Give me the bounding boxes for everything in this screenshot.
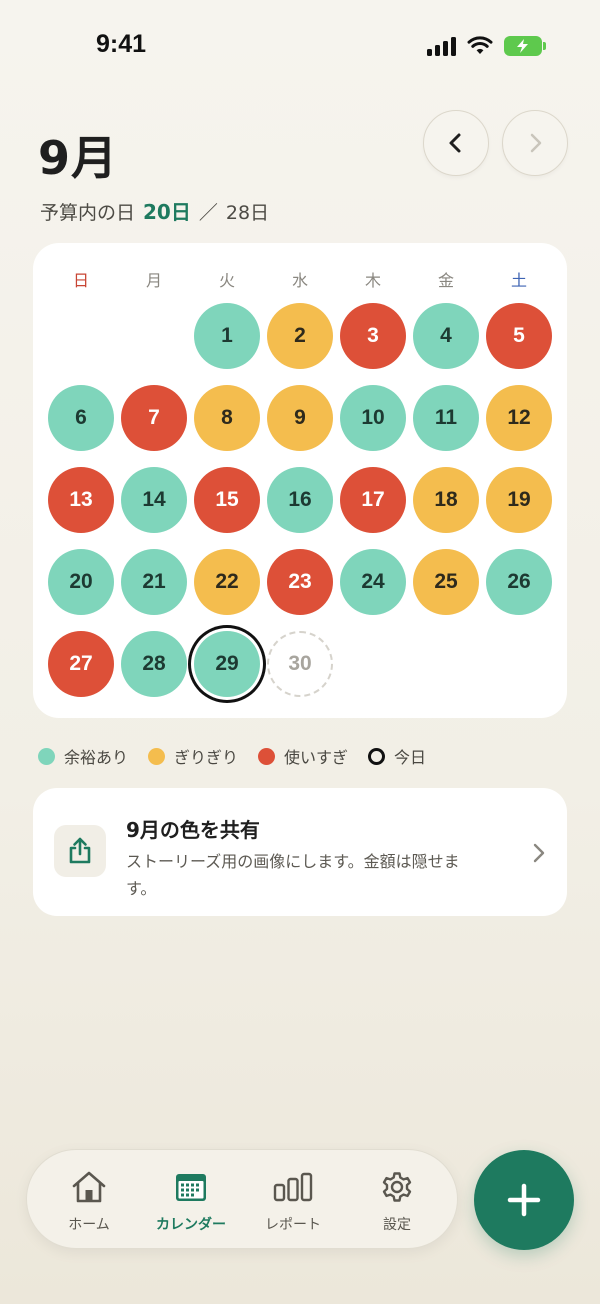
wifi-icon: [467, 36, 493, 54]
legend: 余裕あり ぎりぎり 使いすぎ 今日: [38, 744, 426, 768]
calendar-icon: [174, 1168, 208, 1206]
tab-home[interactable]: ホーム: [37, 1168, 141, 1234]
share-icon: [54, 825, 106, 877]
tab-label: ホーム: [68, 1217, 110, 1233]
budget-separator: ／: [198, 202, 218, 224]
next-month-button[interactable]: [502, 110, 568, 176]
chevron-right-icon: [533, 843, 545, 863]
calendar-day[interactable]: 26: [486, 549, 552, 615]
legend-item-tight: ぎりぎり: [148, 744, 238, 768]
tab-report[interactable]: レポート: [241, 1168, 345, 1234]
calendar-day-future[interactable]: 30: [267, 631, 333, 697]
chevron-right-icon: [530, 133, 542, 153]
calendar-day[interactable]: 17: [340, 467, 406, 533]
tab-label: レポート: [265, 1217, 321, 1233]
calendar-day[interactable]: 12: [486, 385, 552, 451]
calendar-day[interactable]: 4: [413, 303, 479, 369]
calendar-day[interactable]: 9: [267, 385, 333, 451]
calendar-day[interactable]: 15: [194, 467, 260, 533]
weekday-label: 日: [72, 271, 89, 290]
tab-label: 設定: [383, 1217, 411, 1233]
yellow-dot-icon: [148, 747, 166, 765]
gear-icon: [380, 1168, 414, 1206]
page-title: 9月: [38, 131, 119, 185]
status-icons: [427, 36, 546, 56]
weekday-label: 水: [291, 271, 308, 290]
status-time: 9:41: [96, 30, 147, 58]
legend-item-today: 今日: [368, 744, 426, 768]
tab-settings[interactable]: 設定: [345, 1168, 449, 1234]
red-dot-icon: [258, 747, 276, 765]
calendar-day[interactable]: 19: [486, 467, 552, 533]
signal-icon: [427, 36, 456, 56]
calendar-day[interactable]: 25: [413, 549, 479, 615]
share-title: 9月の色を共有: [126, 818, 260, 842]
prev-month-button[interactable]: [423, 110, 489, 176]
tab-label: カレンダー: [156, 1217, 226, 1233]
green-dot-icon: [38, 747, 55, 765]
calendar-day[interactable]: 3: [340, 303, 406, 369]
calendar-card: 日 月 火 水 木 金 土 1 2 3 4 5 6 7 8 9 10 11 12…: [33, 243, 567, 718]
plus-icon: [507, 1183, 541, 1217]
budget-summary: 予算内の日 20日 ／ 28日: [40, 196, 269, 225]
calendar-day[interactable]: 14: [121, 467, 187, 533]
bar-chart-icon: [273, 1168, 313, 1206]
legend-item-plenty: 余裕あり: [38, 744, 128, 768]
legend-label: ぎりぎり: [174, 748, 239, 767]
calendar-day[interactable]: 10: [340, 385, 406, 451]
calendar-day[interactable]: 18: [413, 467, 479, 533]
calendar-day[interactable]: 6: [48, 385, 114, 451]
calendar-day[interactable]: 1: [194, 303, 260, 369]
calendar-day[interactable]: 24: [340, 549, 406, 615]
calendar-day[interactable]: 2: [267, 303, 333, 369]
legend-label: 今日: [394, 748, 427, 767]
budget-label: 予算内の日: [40, 202, 136, 224]
share-card[interactable]: 9月の色を共有 ストーリーズ用の画像にします。金額は隠せます。: [33, 788, 567, 916]
calendar-day[interactable]: 13: [48, 467, 114, 533]
calendar-day[interactable]: 5: [486, 303, 552, 369]
calendar-day-today[interactable]: 29: [194, 631, 260, 697]
weekday-label: 土: [510, 271, 527, 290]
calendar-day[interactable]: 11: [413, 385, 479, 451]
ring-icon: [368, 747, 386, 765]
budget-days: 20日: [143, 200, 191, 224]
weekday-label: 月: [145, 271, 162, 290]
chevron-left-icon: [449, 133, 461, 153]
total-days: 28日: [225, 202, 270, 224]
tab-calendar[interactable]: カレンダー: [139, 1168, 243, 1234]
battery-icon: [504, 36, 546, 56]
calendar-day[interactable]: 7: [121, 385, 187, 451]
legend-label: 余裕あり: [64, 748, 129, 767]
add-entry-button[interactable]: [474, 1150, 574, 1250]
calendar-day[interactable]: 16: [267, 467, 333, 533]
calendar-day[interactable]: 27: [48, 631, 114, 697]
calendar-day[interactable]: 8: [194, 385, 260, 451]
home-icon: [70, 1168, 108, 1206]
weekday-label: 木: [364, 271, 381, 290]
legend-label: 使いすぎ: [284, 748, 349, 767]
weekday-label: 火: [218, 271, 235, 290]
calendar-day[interactable]: 28: [121, 631, 187, 697]
calendar-day[interactable]: 21: [121, 549, 187, 615]
calendar-day[interactable]: 20: [48, 549, 114, 615]
legend-item-over: 使いすぎ: [258, 744, 348, 768]
calendar-day[interactable]: 22: [194, 549, 260, 615]
status-bar: 9:41: [0, 0, 600, 96]
calendar-day[interactable]: 23: [267, 549, 333, 615]
weekday-label: 金: [437, 271, 454, 290]
bottom-nav: ホーム カレンダー レポート 設定: [26, 1149, 458, 1249]
share-description: ストーリーズ用の画像にします。金額は隠せます。: [126, 852, 460, 898]
